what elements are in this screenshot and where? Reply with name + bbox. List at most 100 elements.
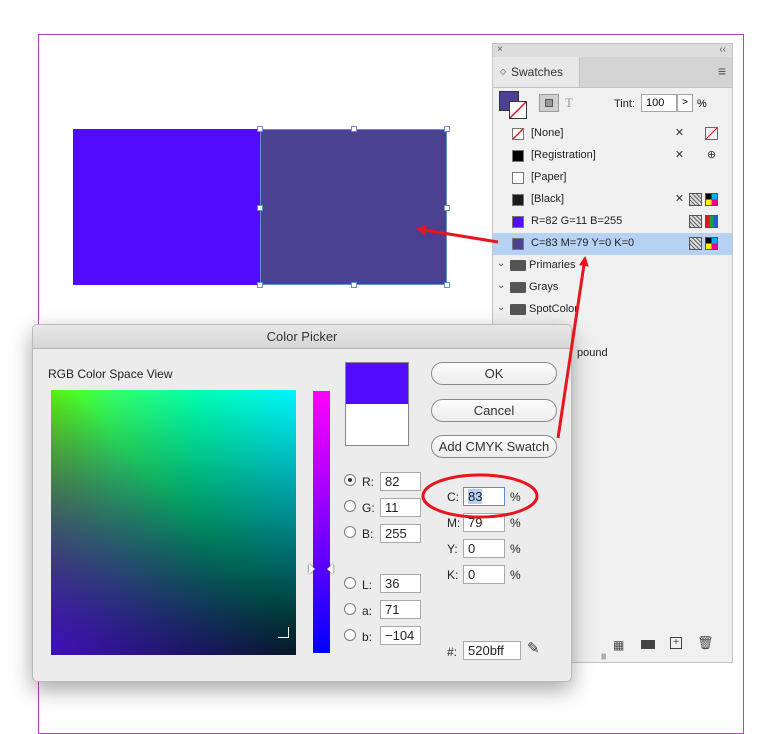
swatch-row-paper[interactable]: [Paper]: [493, 167, 732, 189]
selection-handle[interactable]: [444, 205, 450, 211]
panel-titlebar: × ‹‹: [493, 44, 732, 58]
hex-input[interactable]: 520bff: [463, 641, 521, 660]
swatch-group-grays[interactable]: ⌄ Grays: [493, 277, 732, 299]
color-space-label: RGB Color Space View: [48, 367, 173, 381]
lab-b-input[interactable]: −104: [380, 626, 421, 645]
slider-handle-right[interactable]: [327, 564, 333, 574]
eyedropper-icon[interactable]: ✎: [527, 639, 540, 657]
y-input[interactable]: 0: [463, 539, 505, 558]
y-unit: %: [510, 542, 521, 556]
swatch-group-primaries[interactable]: ⌄ Primaries: [493, 255, 732, 277]
selection-handle[interactable]: [257, 205, 263, 211]
swatch-row-black[interactable]: [Black] ✕: [493, 189, 732, 211]
color-field-tint: [51, 390, 296, 655]
c-input-value: 83: [468, 489, 483, 504]
g-input[interactable]: 11: [380, 498, 421, 517]
m-label: M:: [447, 516, 461, 530]
lab-b-label: b:: [362, 630, 373, 644]
process-color-icon: [689, 193, 702, 206]
swatch-chip-black: [512, 194, 524, 206]
k-input[interactable]: 0: [463, 565, 505, 584]
b-input[interactable]: 255: [380, 524, 421, 543]
radio-lab-b[interactable]: [344, 629, 356, 641]
resize-grip[interactable]: ||||||||: [601, 654, 607, 660]
selection-handle[interactable]: [444, 126, 450, 132]
slider-handle-left[interactable]: [309, 564, 315, 574]
collapse-icon[interactable]: ‹‹: [719, 44, 726, 55]
radio-l[interactable]: [344, 577, 356, 589]
radio-b[interactable]: [344, 526, 356, 538]
selection-handle[interactable]: [351, 282, 357, 288]
panel-menu-icon[interactable]: ≡: [718, 63, 726, 79]
chevron-down-icon[interactable]: ⌄: [497, 258, 505, 269]
radio-r[interactable]: [344, 474, 356, 486]
c-unit: %: [510, 490, 521, 504]
swatch-row-none[interactable]: [None] ✕: [493, 123, 732, 145]
selection-handle[interactable]: [351, 126, 357, 132]
radio-a[interactable]: [344, 603, 356, 615]
new-swatch-icon[interactable]: +: [670, 637, 682, 649]
dialog-title: Color Picker: [33, 325, 571, 349]
swatch-name: [Paper]: [531, 171, 567, 183]
radio-g[interactable]: [344, 500, 356, 512]
swatch-name: R=82 G=11 B=255: [531, 215, 623, 227]
no-edit-icon: ✕: [674, 127, 685, 139]
ok-button[interactable]: OK: [431, 362, 557, 385]
color-slider[interactable]: [313, 391, 330, 653]
tint-input[interactable]: 100: [641, 94, 677, 112]
no-edit-icon: ✕: [674, 193, 685, 205]
y-label: Y:: [447, 542, 458, 556]
swatch-row-registration[interactable]: [Registration] ✕ ⊕: [493, 145, 732, 167]
group-name: SpotColor: [529, 303, 578, 315]
m-unit: %: [510, 516, 521, 530]
tab-swatches[interactable]: ◇ Swatches: [493, 57, 580, 87]
none-type-icon: [705, 127, 718, 140]
m-input[interactable]: 79: [463, 513, 505, 532]
color-picker-dialog: Color Picker RGB Color Space View OK Can…: [32, 324, 572, 682]
original-color-preview: [345, 404, 409, 446]
registration-icon: ⊕: [706, 149, 717, 161]
tab-label: Swatches: [511, 65, 564, 79]
formatting-container-button[interactable]: [539, 94, 559, 112]
k-unit: %: [510, 568, 521, 582]
cancel-button[interactable]: Cancel: [431, 399, 557, 422]
rgb-filled-rectangle[interactable]: [73, 129, 261, 285]
a-input[interactable]: 71: [380, 600, 421, 619]
tint-dropdown-button[interactable]: >: [677, 94, 693, 112]
k-label: K:: [447, 568, 459, 582]
selection-handle[interactable]: [257, 126, 263, 132]
close-icon[interactable]: ×: [497, 44, 503, 55]
l-input[interactable]: 36: [380, 574, 421, 593]
swatch-group-spotcolor[interactable]: ⌄ SpotColor: [493, 299, 732, 321]
add-cmyk-swatch-button[interactable]: Add CMYK Swatch: [431, 435, 557, 458]
selection-handle[interactable]: [444, 282, 450, 288]
group-name: pound: [577, 347, 608, 359]
hex-label: #:: [447, 645, 458, 659]
folder-icon: [510, 260, 526, 271]
folder-icon: [510, 304, 526, 315]
field-cursor[interactable]: [278, 627, 289, 638]
formatting-text-button[interactable]: T: [565, 95, 573, 111]
l-label: L:: [362, 578, 373, 592]
trash-icon[interactable]: 🗑: [697, 635, 714, 651]
g-label: G:: [362, 501, 375, 515]
swatch-name: [Black]: [531, 193, 565, 205]
tab-arrows-icon: ◇: [500, 67, 507, 76]
swatch-chip-rgb: [512, 216, 524, 228]
swatch-row-rgb[interactable]: R=82 G=11 B=255: [493, 211, 732, 233]
swatch-row-cmyk-selected[interactable]: C=83 M=79 Y=0 K=0: [493, 233, 732, 255]
selection-handle[interactable]: [257, 282, 263, 288]
new-group-icon[interactable]: [641, 640, 655, 649]
cmyk-filled-rectangle-selected[interactable]: [257, 126, 450, 288]
chevron-down-icon[interactable]: ⌄: [497, 302, 505, 313]
swatches-toolbar: T Tint: 100 > %: [493, 88, 732, 126]
stroke-swatch[interactable]: [509, 101, 527, 119]
chevron-down-icon[interactable]: ⌄: [497, 280, 505, 291]
r-input[interactable]: 82: [380, 472, 421, 491]
tint-label: Tint:: [614, 98, 635, 110]
swatch-chip-registration: [512, 150, 524, 162]
view-options-icon[interactable]: ▦: [613, 638, 624, 652]
cmyk-mode-icon: [705, 193, 718, 206]
c-input[interactable]: 83: [463, 487, 505, 506]
folder-icon: [510, 282, 526, 293]
